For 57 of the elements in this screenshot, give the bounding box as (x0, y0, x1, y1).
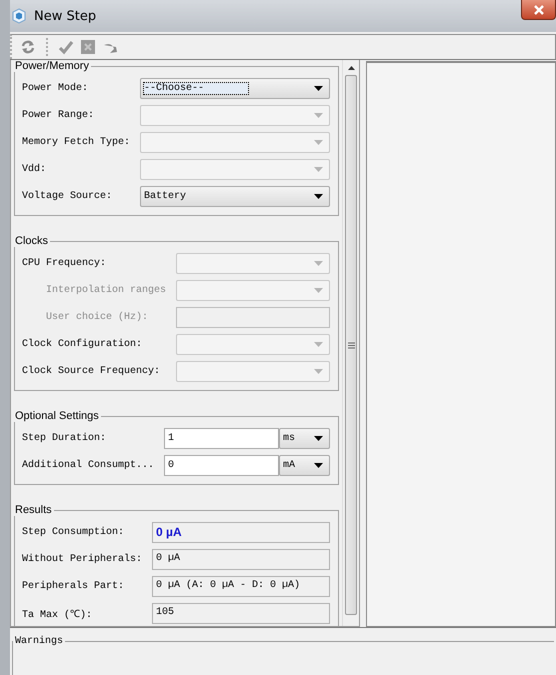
dropdown-value: Battery (144, 191, 186, 202)
group-title: Warnings (14, 636, 64, 647)
field-label: Step Consumption: (22, 527, 126, 538)
field-label: Memory Fetch Type: (22, 137, 130, 148)
result-value: 0 µA (A: 0 µA - D: 0 µA) (152, 576, 330, 597)
field-label: Vdd: (22, 164, 48, 175)
field-label: Without Peripherals: (22, 554, 142, 565)
field-label: Power Range: (22, 110, 96, 121)
caret-icon (314, 194, 323, 199)
caret-icon (314, 86, 323, 91)
toolbar-button[interactable] (78, 38, 98, 56)
result-value: 105 (152, 603, 330, 624)
input-field[interactable]: 1 (164, 428, 279, 449)
caret-icon (314, 342, 323, 347)
field-label: Ta Max (℃): (22, 608, 94, 621)
dropdown-value: --Choose-- (144, 83, 248, 94)
app-icon (12, 8, 26, 24)
close-button[interactable] (521, 0, 556, 20)
field-label: CPU Frequency: (22, 258, 108, 269)
field-label: User choice (Hz): (45, 312, 150, 323)
caret-icon (314, 140, 323, 145)
group-title: Power/Memory (14, 60, 90, 72)
dropdown[interactable]: --Choose-- (140, 78, 330, 99)
window-title: New Step (34, 8, 96, 24)
toolbar-button[interactable] (56, 38, 76, 56)
dropdown[interactable]: Battery (140, 186, 330, 207)
input-field[interactable]: 0 (164, 455, 279, 476)
unit-dropdown[interactable]: mA (279, 455, 330, 476)
field-label: Additional Consumpt... (22, 460, 154, 471)
result-value: 0 µA (152, 549, 330, 570)
caret-icon (314, 261, 323, 266)
field-label: Step Duration: (22, 433, 108, 444)
result-value: 0 µA (152, 522, 330, 543)
check-icon (58, 39, 74, 55)
group-title: Results (14, 504, 53, 516)
group-title: Clocks (14, 235, 50, 247)
group-title: Optional Settings (14, 410, 100, 422)
field-label: Peripherals Part: (22, 581, 126, 592)
scrollbar-thumb[interactable] (345, 75, 357, 615)
grip-icon (348, 342, 354, 348)
field-label: Power Mode: (22, 83, 90, 94)
caret-icon (314, 113, 323, 118)
caret-icon (314, 369, 323, 374)
field-label: Clock Configuration: (22, 339, 144, 350)
caret-icon (314, 288, 323, 293)
field-label: Interpolation ranges (45, 285, 166, 296)
caret-icon (314, 463, 323, 468)
close-icon (532, 4, 544, 14)
field-label: Clock Source Frequency: (22, 366, 162, 377)
caret-icon (314, 436, 323, 441)
field-label: Voltage Source: (22, 191, 114, 202)
scrollbar[interactable] (342, 60, 359, 626)
refresh-icon (20, 39, 36, 55)
cancel-icon (80, 39, 96, 55)
scroll-up-icon (348, 66, 354, 70)
unit-dropdown[interactable]: ms (279, 428, 330, 449)
caret-icon (314, 167, 323, 172)
